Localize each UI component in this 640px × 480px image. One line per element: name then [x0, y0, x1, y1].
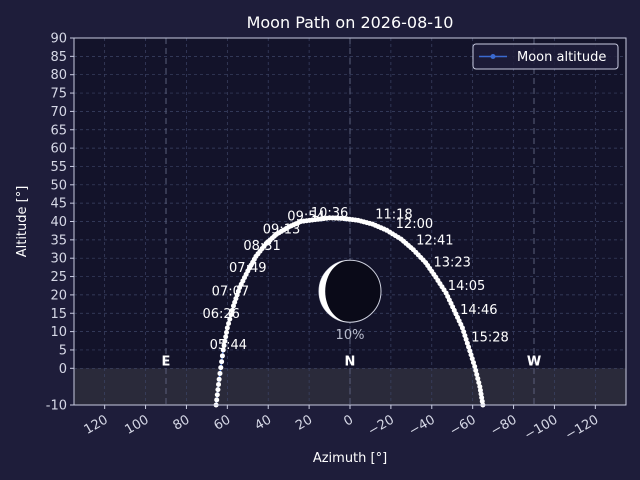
y-tick-label: 50 [50, 178, 67, 193]
y-tick-label: 10 [50, 325, 67, 340]
time-label: 07:07 [212, 285, 249, 300]
time-label: 08:31 [243, 239, 280, 254]
moon-altitude-point [215, 387, 221, 393]
y-tick-label: 60 [50, 142, 67, 157]
direction-label: N [345, 354, 356, 369]
time-label: 10:36 [311, 206, 348, 221]
moon-altitude-point [224, 329, 230, 335]
y-tick-label: 85 [50, 50, 67, 65]
y-tick-label: -10 [46, 399, 67, 414]
x-axis-label: Azimuth [°] [313, 451, 387, 466]
legend-entry: Moon altitude [517, 50, 606, 65]
time-label: 06:26 [202, 307, 239, 322]
y-tick-label: 40 [50, 215, 67, 230]
legend: Moon altitude [472, 43, 619, 70]
y-tick-label: 20 [50, 288, 67, 303]
moon-altitude-point [224, 325, 230, 331]
y-tick-label: 45 [50, 197, 67, 212]
time-label: 13:23 [433, 255, 470, 270]
y-tick-label: 80 [50, 68, 67, 83]
time-label: 14:05 [448, 279, 485, 294]
y-tick-label: 65 [50, 123, 67, 138]
moon-altitude-point [218, 365, 224, 371]
moon-altitude-point [216, 376, 222, 382]
moon-altitude-point [226, 321, 232, 327]
y-tick-label: 55 [50, 160, 67, 175]
moon-altitude-point [214, 392, 220, 398]
legend-marker-swatch [490, 54, 496, 59]
moon-altitude-point [219, 353, 225, 359]
y-tick-label: 90 [50, 32, 67, 47]
y-tick-label: 35 [50, 233, 67, 248]
time-label: 14:46 [460, 303, 497, 318]
y-tick-label: 25 [50, 270, 67, 285]
y-tick-label: 15 [50, 307, 67, 322]
direction-label: W [527, 354, 541, 369]
y-tick-label: 0 [59, 362, 67, 377]
y-tick-label: 5 [59, 343, 67, 358]
time-label: 12:00 [396, 217, 433, 232]
y-tick-label: 70 [50, 105, 67, 120]
moon-altitude-point [216, 381, 222, 387]
moon-altitude-point [217, 370, 223, 376]
time-label: 07:49 [229, 261, 266, 276]
moon-path-chart: -10 0 5 10 15 20 25 30 35 40 45 50 55 60 65 70 75 80 85 90 1… [0, 0, 640, 480]
time-label: 05:44 [210, 338, 247, 353]
y-tick-label: 30 [50, 252, 67, 267]
chart-title: Moon Path on 2026-08-10 [247, 13, 454, 32]
time-label: 12:41 [416, 233, 453, 248]
moon-altitude-point [214, 397, 220, 403]
y-tick-label: 75 [50, 87, 67, 102]
moon-altitude-point [219, 359, 225, 365]
direction-label: E [162, 354, 171, 369]
moon-illumination-label: 10% [336, 328, 365, 343]
time-label: 09:13 [263, 222, 300, 237]
time-label: 15:28 [471, 331, 508, 346]
y-axis-label: Altitude [°] [15, 186, 30, 258]
